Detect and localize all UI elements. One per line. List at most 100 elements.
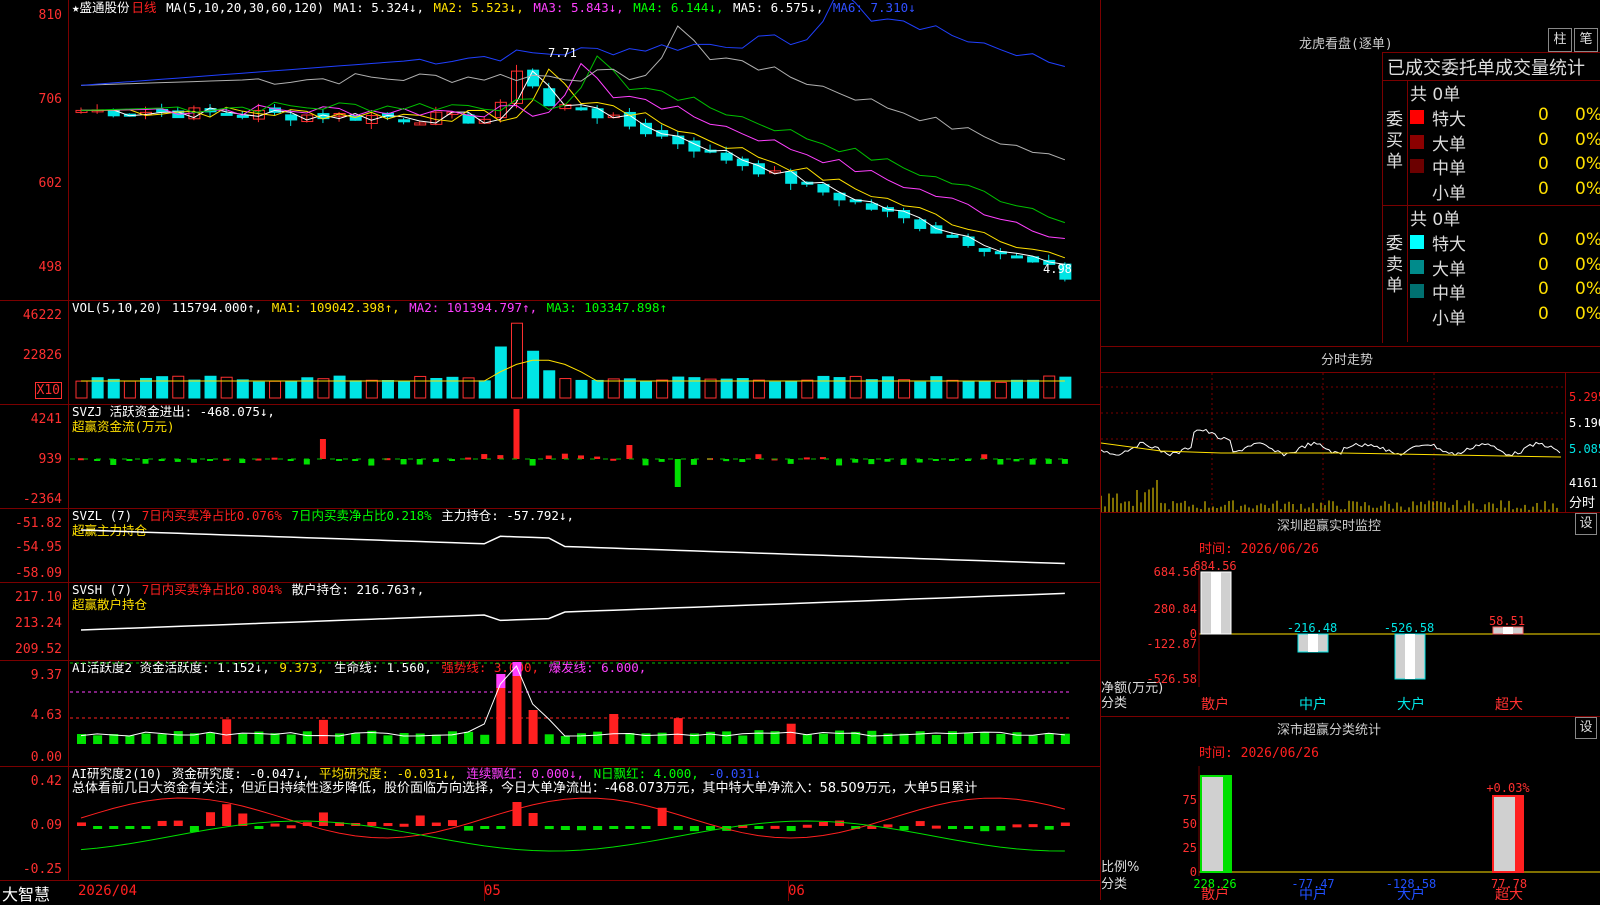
svsh-tick: 213.24	[15, 616, 62, 631]
candle	[236, 114, 249, 118]
ai-research-pane[interactable]: 0.42 0.09 -0.25 AI研究度2(10) 资金研究度: -0.047…	[0, 766, 1100, 880]
sell-0-color-swatch	[1410, 235, 1424, 249]
stat-category: 大户	[1397, 886, 1425, 900]
activity-bar	[447, 731, 457, 744]
svsh-chart[interactable]	[70, 582, 1100, 660]
stat-bar-chart: 7550250+0.03%比例%分类 228.26 -77.47 -128.58 77.…	[1101, 766, 1600, 900]
research-bar	[464, 826, 474, 831]
ai-research-tick: -0.25	[22, 862, 62, 877]
sell-1-color-swatch	[1410, 259, 1424, 274]
sell-2-percent: 0%	[1575, 279, 1600, 299]
volume-bar	[172, 375, 185, 399]
volume-bar	[220, 376, 233, 399]
flow-bar	[126, 459, 133, 461]
price-tick: 498	[38, 260, 62, 275]
ai-activity-pane[interactable]: 9.37 4.63 0.00 AI活跃度2 资金活跃度: 1.152↓, 9.3…	[0, 660, 1100, 767]
flow-bar	[319, 439, 326, 459]
candle	[720, 152, 733, 161]
monitor-settings-button[interactable]: 设	[1575, 513, 1597, 535]
candle	[752, 163, 765, 175]
stat-unit: 比例%	[1101, 860, 1139, 875]
svzj-tick: 939	[38, 452, 62, 467]
research-bar	[609, 826, 619, 829]
activity-bar	[431, 734, 441, 744]
monitor-bar-chart: 684.56280.840-122.87-526.58684.56-216.48…	[1101, 559, 1600, 713]
low-price-label: 4.98	[1043, 262, 1072, 276]
candle	[978, 248, 991, 252]
flow-bar	[497, 455, 504, 459]
volume-chart[interactable]	[70, 300, 1100, 404]
buy-2-color-swatch	[1410, 159, 1424, 173]
tick-view-button[interactable]: 笔	[1574, 28, 1598, 52]
svzj-pane[interactable]: 4241 939 -2364 SVZJ 活跃资金进出: -468.075↓, 超…	[0, 404, 1100, 509]
activity-bar	[818, 733, 828, 744]
candle	[510, 70, 523, 104]
sell-0-percent: 0%	[1575, 230, 1600, 250]
research-bar	[173, 820, 183, 826]
volume-bar	[333, 375, 346, 399]
research-bar	[996, 826, 1006, 831]
ai-research-tick: 0.42	[30, 774, 62, 789]
volume-bar	[785, 381, 798, 399]
buy-1-row: 大单 0 0%	[1410, 129, 1600, 155]
svzj-chart[interactable]	[70, 404, 1100, 508]
stat-settings-button[interactable]: 设	[1575, 717, 1597, 739]
candlestick-chart[interactable]	[70, 0, 1100, 300]
svzl-chart[interactable]	[70, 508, 1100, 582]
flow-bar	[690, 459, 697, 465]
activity-bar	[786, 723, 796, 744]
sell-3-count: 0	[1538, 303, 1549, 324]
candle	[865, 203, 878, 210]
bar-view-button[interactable]: 柱	[1548, 28, 1572, 52]
ai-research-chart[interactable]	[70, 766, 1100, 880]
ma-line	[80, 62, 1065, 239]
stat-title: 深市超赢分类统计	[1277, 723, 1382, 738]
volume-bar	[801, 379, 814, 399]
buy-2-percent: 0%	[1575, 154, 1600, 174]
research-bar	[786, 826, 796, 832]
flow-bar	[578, 455, 584, 459]
svzl-axis: -51.82 -54.95 -58.09	[0, 508, 69, 582]
monitor-unit: 净额(万元)	[1101, 681, 1163, 696]
volume-bar	[252, 381, 265, 399]
flow-bar	[674, 459, 681, 487]
volume-bar	[720, 378, 733, 399]
research-bar	[109, 826, 119, 829]
volume-bar	[381, 380, 394, 399]
x-label-jun: 06	[788, 883, 805, 899]
flow-bar	[110, 459, 117, 465]
ma-line	[81, 70, 1065, 265]
research-bar	[899, 826, 909, 831]
buy-3-color-swatch	[1410, 183, 1424, 198]
svsh-axis: 217.10 213.24 209.52	[0, 582, 69, 660]
candle-pane[interactable]: 810 706 602 498 ★盛通股份 日线 MA(5,10,20,30,60…	[0, 0, 1100, 301]
main-holding-line	[80, 529, 1065, 565]
intraday-price-1: 5.295	[1569, 390, 1600, 404]
candle	[398, 119, 411, 123]
volume-pane[interactable]: 46222 22826 X10 VOL(5,10,20) 115794.000↑…	[0, 300, 1100, 405]
ai-activity-chart[interactable]	[70, 660, 1100, 766]
intraday-volume-label: 4161	[1569, 476, 1598, 490]
volume-tick: 46222	[22, 308, 62, 323]
buy-1-count: 0	[1538, 129, 1549, 150]
intraday-panel[interactable]: 分时走势 5.295 5.190 5.085 4161 分时	[1101, 346, 1600, 512]
ai-research-axis: 0.42 0.09 -0.25	[0, 766, 69, 880]
activity-bar	[399, 733, 409, 744]
buy-0-label: 特大	[1432, 110, 1466, 130]
ai-research-tick: 0.09	[30, 818, 62, 833]
research-bar	[835, 820, 845, 826]
volume-bar	[446, 376, 459, 399]
monitor-value: -216.48	[1287, 621, 1338, 635]
buy-0-row: 特大 0 0%	[1410, 105, 1600, 130]
stat-tick: 25	[1183, 841, 1197, 855]
research-bar	[383, 823, 393, 827]
svsh-pane[interactable]: 217.10 213.24 209.52 SVSH (7) 7日内买卖净占比0.…	[0, 582, 1100, 661]
volume-bar	[849, 375, 862, 399]
svzl-pane[interactable]: -51.82 -54.95 -58.09 SVZL (7) 7日内买卖净占比0.…	[0, 508, 1100, 583]
monitor-value: -526.58	[1384, 621, 1435, 635]
intraday-chart[interactable]	[1101, 373, 1565, 512]
activity-bar	[351, 733, 361, 744]
volume-bar	[914, 381, 927, 399]
volume-bar	[156, 376, 169, 399]
price-axis: 810 706 602 498	[0, 0, 69, 300]
